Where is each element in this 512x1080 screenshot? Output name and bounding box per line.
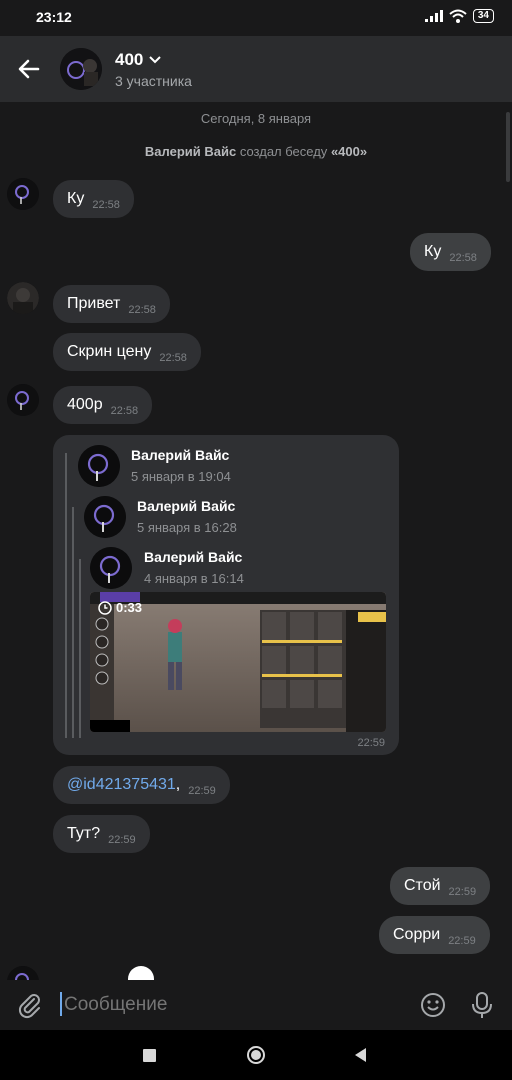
chat-avatar[interactable] <box>60 48 102 90</box>
date-divider: Сегодня, 8 января <box>200 111 312 126</box>
sender-avatar[interactable] <box>7 178 39 210</box>
message-text: 400р <box>67 396 103 413</box>
message-bubble-outgoing[interactable]: Стой 22:59 <box>390 867 491 905</box>
paperclip-icon[interactable] <box>16 991 44 1019</box>
service-chat-name: «400» <box>330 144 368 159</box>
message-text: Привет <box>67 295 121 312</box>
message-time: 22:58 <box>110 405 139 417</box>
message-bubble-outgoing[interactable]: Сорри 22:59 <box>379 916 490 954</box>
forward-author-name[interactable]: Валерий Вайс <box>137 498 235 514</box>
forward-author-avatar[interactable] <box>84 496 126 538</box>
message-time: 22:58 <box>92 199 120 211</box>
signal-icon <box>424 10 443 22</box>
sender-avatar[interactable] <box>7 282 39 314</box>
clock: 23:12 <box>36 9 72 25</box>
message-bubble[interactable]: 400р 22:58 <box>53 386 153 424</box>
typing-avatar <box>128 966 154 980</box>
message-composer <box>0 980 512 1030</box>
forward-author-avatar[interactable] <box>90 547 132 589</box>
chat-title-text: 400 <box>115 50 144 69</box>
forward-author-avatar[interactable] <box>78 445 120 487</box>
quote-bar <box>65 453 67 738</box>
service-action: создал беседу <box>239 144 328 159</box>
battery-icon: 34 <box>472 9 494 23</box>
message-bubble[interactable]: Привет 22:58 <box>53 285 170 323</box>
message-bubble[interactable]: Скрин цену 22:58 <box>53 333 201 371</box>
message-time: 22:59 <box>108 834 136 846</box>
home-icon[interactable] <box>246 1045 266 1065</box>
recents-icon[interactable] <box>143 1049 156 1062</box>
message-text-suffix: , <box>175 776 181 793</box>
forwarded-message[interactable]: Валерий Вайс 5 января в 19:04 Валерий Ва… <box>53 435 399 755</box>
chat-title[interactable]: 400 <box>115 50 162 70</box>
sender-avatar[interactable] <box>7 966 39 980</box>
forward-date: 5 января в 19:04 <box>131 469 231 484</box>
message-bubble[interactable]: Тут? 22:59 <box>53 815 150 853</box>
clock-icon <box>98 600 112 615</box>
message-bubble[interactable]: @id421375431 , 22:59 <box>53 766 230 804</box>
message-time: 22:59 <box>448 886 477 898</box>
forward-author-name[interactable]: Валерий Вайс <box>131 447 229 463</box>
microphone-icon[interactable] <box>468 990 496 1020</box>
back-arrow-icon[interactable] <box>16 56 42 82</box>
back-triangle-icon[interactable] <box>353 1047 367 1063</box>
message-text: Сорри <box>393 926 441 943</box>
message-time: 22:59 <box>448 935 476 947</box>
service-message: Валерий Вайс создал беседу «400» <box>0 144 512 159</box>
forward-date: 5 января в 16:28 <box>137 520 237 535</box>
video-attachment[interactable]: 0:33 <box>90 592 386 732</box>
emoji-icon[interactable] <box>419 991 447 1019</box>
chat-header: 400 3 участника <box>0 36 512 102</box>
message-text: Тут? <box>67 825 101 842</box>
message-list[interactable]: Сегодня, 8 января Валерий Вайс создал бе… <box>0 102 512 980</box>
user-mention-link[interactable]: @id421375431 <box>67 776 176 794</box>
status-bar: 23:12 34 <box>0 0 512 36</box>
service-actor[interactable]: Валерий Вайс <box>145 144 236 159</box>
chat-members-count: 3 участника <box>115 73 192 89</box>
message-bubble-outgoing[interactable]: Ку 22:58 <box>410 233 491 271</box>
message-time: 22:58 <box>159 352 187 364</box>
message-time: 22:58 <box>128 304 156 316</box>
message-bubble[interactable]: Ку 22:58 <box>53 180 134 218</box>
wifi-icon <box>449 9 467 23</box>
video-duration: 0:33 <box>116 600 143 615</box>
system-navigation-bar <box>0 1030 512 1080</box>
chevron-down-icon <box>149 56 162 64</box>
video-duration-badge: 0:33 <box>98 600 142 615</box>
message-text: Скрин цену <box>67 343 152 360</box>
sender-avatar[interactable] <box>7 384 39 416</box>
forward-author-name[interactable]: Валерий Вайс <box>144 549 242 565</box>
message-text: Ку <box>424 243 442 260</box>
quote-bar <box>79 559 81 738</box>
message-text: Ку <box>67 190 85 207</box>
forward-date: 4 января в 16:14 <box>144 571 244 586</box>
message-text: Стой <box>404 877 441 894</box>
message-input[interactable] <box>60 990 398 1020</box>
quote-bar <box>72 507 74 738</box>
message-time: 22:59 <box>357 737 385 749</box>
message-time: 22:58 <box>449 252 477 264</box>
message-time: 22:59 <box>188 785 216 797</box>
